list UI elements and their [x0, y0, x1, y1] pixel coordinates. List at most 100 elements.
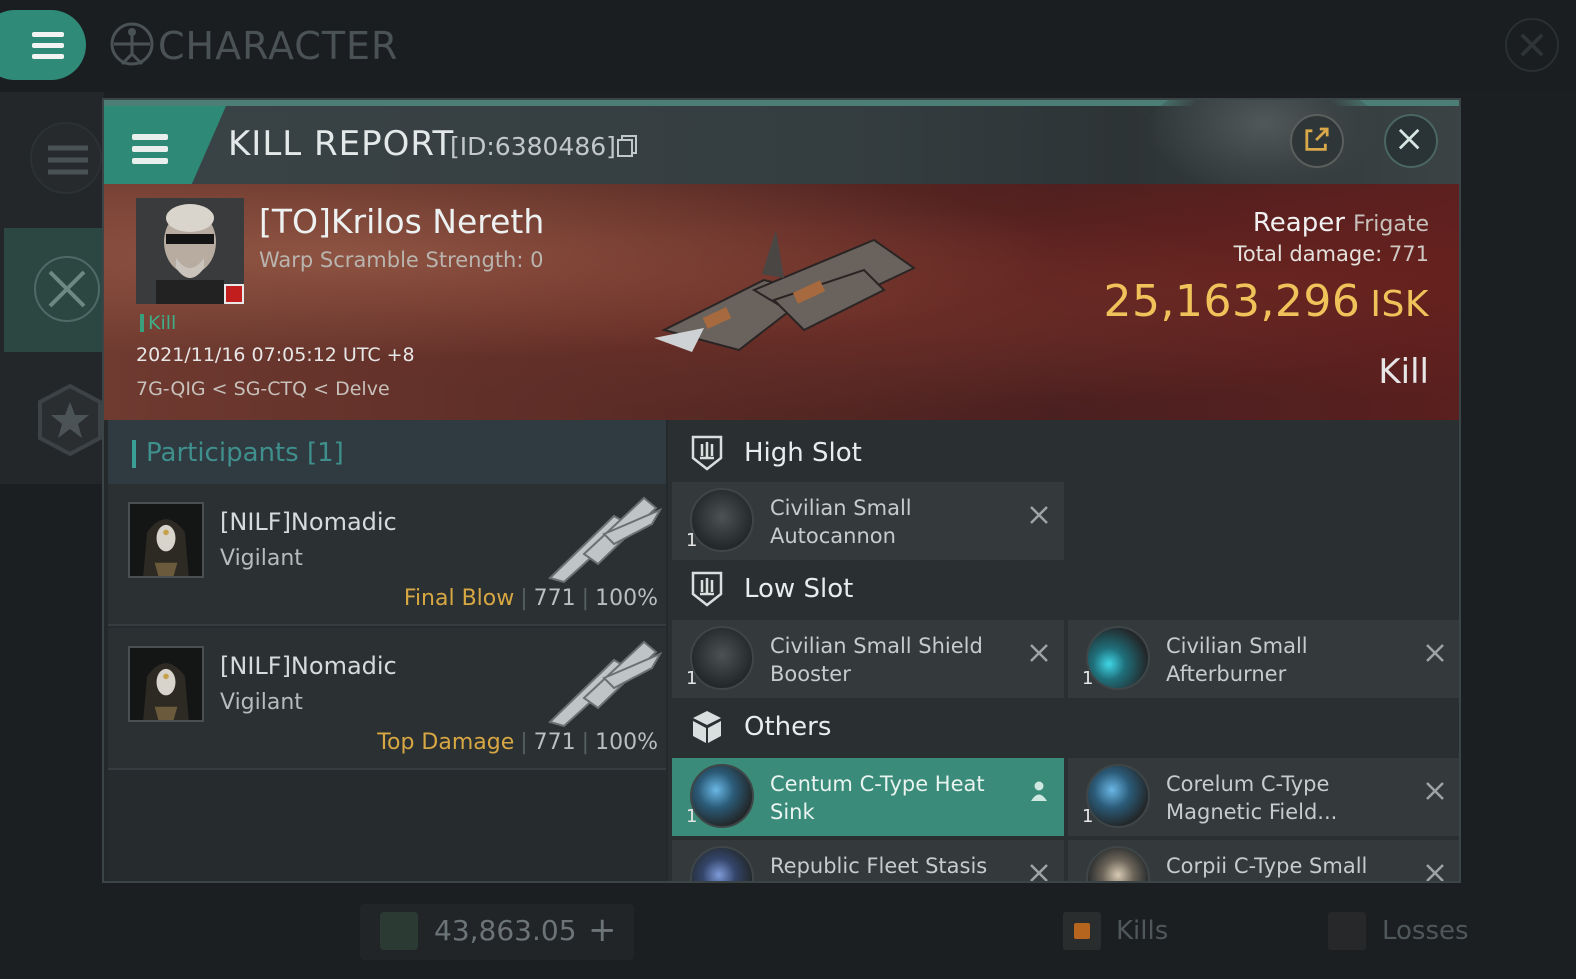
stasis-webifier-icon [690, 846, 754, 881]
star-icon[interactable] [30, 380, 110, 460]
item-name: Republic Fleet Stasis [770, 854, 988, 878]
remove-x-icon[interactable] [1028, 642, 1050, 664]
participant-name[interactable]: [NILF]Nomadic [220, 508, 397, 536]
close-button[interactable] [1384, 114, 1438, 168]
remove-x-icon[interactable] [1028, 504, 1050, 526]
kill-tag: Kill [148, 312, 177, 334]
autocannon-icon [690, 488, 754, 552]
remove-x-icon[interactable] [1028, 862, 1050, 883]
participants-marker [132, 440, 136, 468]
fitted-item[interactable]: 1 Corelum C-Type Magnetic Field... [1068, 758, 1459, 836]
final-blow-tag: Final Blow [403, 586, 515, 611]
background-close-icon[interactable] [1505, 18, 1559, 72]
kills-checked-indicator [1074, 923, 1090, 939]
kill-tag-marker [140, 314, 144, 332]
item-name: Civilian Small Shield Booster [770, 634, 983, 686]
participant-name[interactable]: [NILF]Nomadic [220, 652, 397, 680]
kill-report-modal: KILL REPORT [ID:6380486] [TO]Krilos Nere… [102, 98, 1461, 883]
fitting-panel: High Slot 1 Civilian Small Autocannon Lo… [668, 420, 1459, 883]
copy-icon[interactable] [616, 134, 638, 158]
fitted-item[interactable]: 1 Civilian Small Afterburner [1068, 620, 1459, 698]
participant-avatar [128, 502, 204, 578]
report-id: [ID:6380486] [450, 132, 616, 161]
magnetic-field-stabilizer-icon [1086, 764, 1150, 828]
header-backdrop [1144, 100, 1384, 196]
low-slot-icon [691, 571, 723, 607]
fitted-item[interactable]: Republic Fleet Stasis [672, 840, 1064, 883]
participants-title: Participants [1] [146, 438, 344, 468]
victim-name[interactable]: [TO]Krilos Nereth [259, 202, 544, 241]
fitted-item[interactable]: 1 Civilian Small Autocannon [672, 482, 1064, 560]
person-icon[interactable] [1028, 780, 1050, 802]
standing-badge [224, 284, 244, 304]
others-header: Others [744, 712, 832, 742]
participant-damage: 771 [533, 586, 576, 611]
participants-header: Participants [1] [108, 420, 666, 484]
heat-sink-icon [690, 764, 754, 828]
participant-row[interactable]: [NILF]Nomadic Vigilant Top Damage | 771 | 10… [108, 628, 666, 770]
participant-ship: Vigilant [220, 546, 303, 571]
crossed-swords-icon [34, 256, 100, 322]
participants-panel: Participants [1] [NILF]Nomadic Vigilant [108, 420, 666, 881]
hooded-pilot-avatar [130, 648, 202, 720]
fitted-item[interactable]: 1 Civilian Small Shield Booster [672, 620, 1064, 698]
modal-title: KILL REPORT [228, 124, 455, 164]
participant-percent: 100% [595, 730, 658, 755]
cargo-box-icon [693, 711, 721, 743]
ship-name[interactable]: Reaper Frigate [1253, 208, 1429, 238]
total-damage: Total damage: 771 [1234, 242, 1429, 266]
item-name: Corelum C-Type Magnetic Field... [1166, 772, 1338, 824]
rail-menu-icon [48, 145, 88, 175]
remove-x-icon[interactable] [1424, 862, 1446, 883]
share-button[interactable] [1290, 114, 1344, 168]
total-damage-value: 771 [1388, 242, 1429, 266]
item-name: Centum C-Type Heat Sink [770, 772, 985, 824]
main-menu-button[interactable] [0, 10, 86, 80]
participant-stats: Final Blow | 771 | 100% [404, 586, 658, 611]
close-icon [1398, 128, 1420, 150]
losses-filter-checkbox[interactable] [1328, 912, 1366, 950]
participant-row[interactable]: [NILF]Nomadic Vigilant Final Blow | 771 | 10… [108, 484, 666, 626]
participant-avatar [128, 646, 204, 722]
item-name: Civilian Small Afterburner [1166, 634, 1308, 686]
fitted-item-selected[interactable]: 1 Centum C-Type Heat Sink [672, 758, 1064, 836]
low-slot-header: Low Slot [744, 574, 854, 604]
shield-booster-icon [690, 626, 754, 690]
victim-banner: [TO]Krilos Nereth Warp Scramble Strength… [104, 184, 1459, 420]
remove-x-icon[interactable] [1424, 642, 1446, 664]
kill-location[interactable]: 7G-QIG < SG-CTQ < Delve [136, 378, 390, 400]
losses-label: Losses [1382, 916, 1469, 946]
ship-class: Frigate [1353, 212, 1429, 237]
kills-label: Kills [1116, 916, 1169, 946]
hooded-pilot-avatar [130, 504, 202, 576]
participant-ship-render [548, 640, 662, 728]
item-quantity: 1 [1082, 806, 1094, 827]
kill-status: Kill [1378, 352, 1429, 392]
stat-divider: | [581, 730, 590, 755]
item-quantity: 1 [686, 668, 698, 689]
item-name: Civilian Small Autocannon [770, 496, 912, 548]
ship-type: Reaper [1252, 208, 1345, 238]
item-quantity: 1 [1082, 668, 1094, 689]
hamburger-icon [32, 31, 64, 59]
currency-icon [380, 912, 418, 950]
fitted-item[interactable]: Corpii C-Type Small [1068, 840, 1459, 883]
add-currency-button[interactable]: + [588, 910, 617, 950]
item-name: Corpii C-Type Small [1166, 854, 1368, 878]
vitruvian-man-icon [110, 22, 154, 66]
afterburner-icon [1086, 626, 1150, 690]
item-quantity: 1 [686, 530, 698, 551]
item-quantity: 1 [686, 806, 698, 827]
currency-value: 43,863.05 [434, 914, 577, 947]
ship-render[interactable] [644, 220, 934, 370]
participant-stats: Top Damage | 771 | 100% [377, 730, 658, 755]
isk-value: 25,163,296 ISK [1103, 276, 1429, 327]
page-title: CHARACTER [158, 24, 399, 68]
remove-x-icon[interactable] [1424, 780, 1446, 802]
rail-menu-button[interactable] [30, 122, 102, 194]
total-damage-label: Total damage: [1233, 242, 1383, 266]
isk-amount: 25,163,296 [1103, 276, 1361, 327]
warp-scramble-strength: Warp Scramble Strength: 0 [259, 248, 544, 272]
stat-divider: | [520, 586, 528, 611]
share-icon [1305, 127, 1329, 151]
